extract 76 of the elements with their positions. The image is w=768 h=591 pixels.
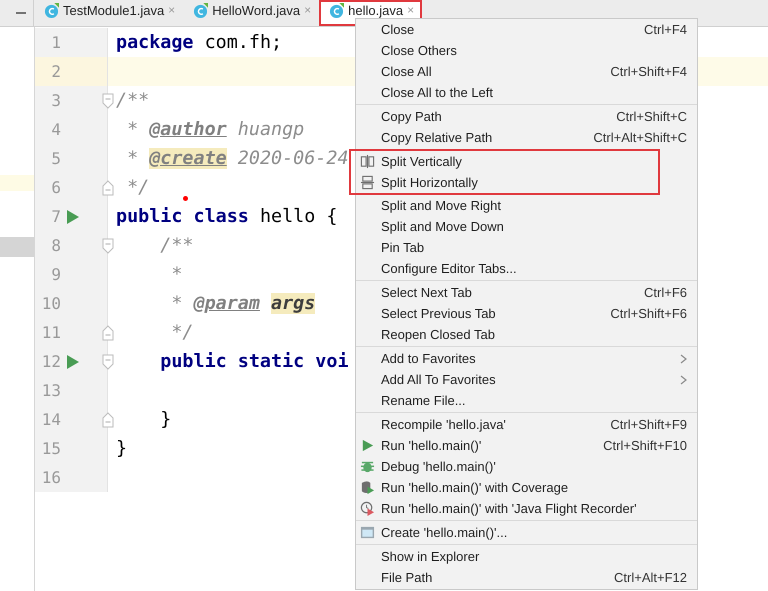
menu-item[interactable]: Close All Ctrl+Shift+F4 (356, 61, 697, 82)
line-number: 9 (50, 265, 61, 284)
run-icon (360, 438, 375, 453)
menu-item[interactable]: Close All to the Left (356, 82, 697, 103)
menu-item[interactable]: Create 'hello.main()'... (356, 522, 697, 543)
line-number: 3 (50, 91, 61, 110)
menu-item[interactable]: Run 'hello.main()' with Coverage (356, 477, 697, 498)
code-line: * @create 2020-06-24 (126, 148, 349, 169)
fold-icon[interactable] (102, 412, 114, 428)
coverage-icon (360, 480, 375, 495)
menu-item[interactable]: File Path Ctrl+Alt+F12 (356, 567, 697, 588)
menu-item[interactable]: Configure Editor Tabs... (356, 258, 697, 279)
code-line: /** (159, 235, 194, 256)
line-number: 16 (40, 468, 61, 487)
fold-icon[interactable] (102, 180, 114, 196)
menu-item[interactable]: Add to Favorites (356, 348, 697, 369)
code-line: * @author huangp (126, 119, 304, 140)
class-file-icon (193, 3, 208, 18)
marker-dot (183, 196, 188, 201)
menu-item[interactable]: Run 'hello.main()' Ctrl+Shift+F10 (356, 435, 697, 456)
line-number: 8 (50, 236, 61, 255)
line-number: 15 (40, 439, 61, 458)
code-line: } (115, 438, 128, 459)
line-number: 13 (40, 381, 61, 400)
menu-item[interactable]: Pin Tab (356, 237, 697, 258)
split-vertical-icon (360, 154, 375, 169)
menu-item[interactable]: Show in Explorer (356, 546, 697, 567)
line-number: 10 (40, 294, 61, 313)
split-horizontal-icon (360, 175, 375, 190)
code-line: package com.fh; (115, 32, 282, 53)
panel-row-highlight (0, 175, 34, 191)
menu-item[interactable]: Debug 'hello.main()' (356, 456, 697, 477)
menu-item[interactable]: Reopen Closed Tab (356, 324, 697, 345)
fold-icon[interactable] (102, 92, 114, 108)
code-line: public static voi (159, 351, 349, 372)
editor-tab[interactable]: TestModule1.java × (34, 0, 184, 26)
code-line: } (159, 409, 172, 430)
menu-item[interactable]: Split and Move Down (356, 216, 697, 237)
run-icon[interactable] (67, 210, 79, 224)
bug-icon (360, 459, 375, 474)
line-number: 11 (40, 323, 61, 342)
code-line: public class hello { (115, 206, 338, 227)
menu-item[interactable]: Recompile 'hello.java' Ctrl+Shift+F9 (356, 414, 697, 435)
line-number: 4 (50, 120, 61, 139)
menu-item[interactable]: Select Next Tab Ctrl+F6 (356, 282, 697, 303)
menu-item[interactable]: Rename File... (356, 390, 697, 411)
menu-item[interactable]: Add All To Favorites (356, 369, 697, 390)
fold-icon[interactable] (102, 324, 114, 340)
line-number: 6 (50, 178, 61, 197)
menu-item[interactable]: Copy Path Ctrl+Shift+C (356, 106, 697, 127)
line-number: 12 (40, 352, 61, 371)
menu-item[interactable]: Run 'hello.main()' with 'Java Flight Recorder' (356, 498, 697, 519)
fold-icon[interactable] (102, 238, 114, 254)
menu-item[interactable]: Select Previous Tab Ctrl+Shift+F6 (356, 303, 697, 324)
code-line: /** (115, 90, 150, 111)
line-number: 5 (50, 149, 61, 168)
menu-item[interactable]: Split Vertically (351, 151, 658, 172)
class-file-icon (329, 3, 344, 18)
menu-item[interactable]: Copy Relative Path Ctrl+Alt+Shift+C (356, 127, 697, 148)
line-number: 2 (50, 62, 61, 81)
code-line: */ (126, 177, 150, 198)
recorder-icon (360, 501, 375, 516)
run-icon[interactable] (67, 354, 79, 368)
editor-tab[interactable]: HelloWord.java × (183, 0, 320, 26)
code-line: * @param args (170, 293, 316, 314)
menu-item[interactable]: Close Others (356, 40, 697, 61)
menu-item[interactable]: Split Horizontally (351, 172, 658, 193)
menu-item[interactable]: Split and Move Right (356, 195, 697, 216)
class-file-icon (44, 3, 59, 18)
line-number: 14 (40, 410, 61, 429)
window-icon (360, 525, 375, 540)
fold-icon[interactable] (102, 354, 114, 370)
code-line: * (170, 264, 182, 285)
code-line: */ (170, 322, 194, 343)
line-number: 7 (50, 207, 61, 226)
line-number: 1 (50, 33, 61, 52)
